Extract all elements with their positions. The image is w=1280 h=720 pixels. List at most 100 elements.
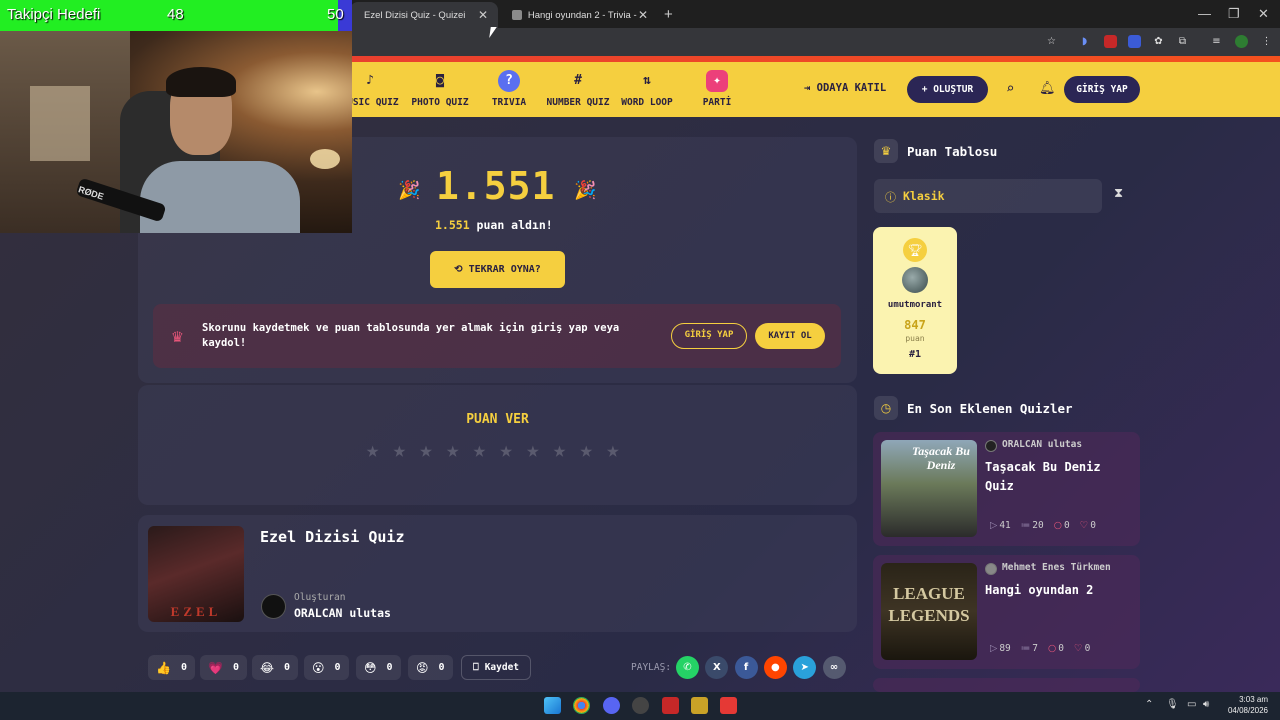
follower-goal-current: 48 bbox=[167, 6, 184, 23]
extension-icon[interactable]: ◗ bbox=[1078, 35, 1091, 48]
extension-icon[interactable] bbox=[1104, 35, 1117, 48]
rating-star[interactable]: ★ bbox=[393, 438, 406, 463]
reaction-emoji-icon: 😡 bbox=[416, 660, 429, 675]
discord-icon[interactable] bbox=[603, 697, 620, 714]
login-button[interactable]: GİRİŞ YAP bbox=[1064, 76, 1140, 103]
tab-close-icon[interactable]: ✕ bbox=[478, 8, 488, 22]
nav-item-trivia[interactable]: ? TRIVIA bbox=[469, 70, 549, 108]
quiz-title: Ezel Dizisi Quiz bbox=[260, 528, 405, 546]
recent-quiz-title: Hangi oyundan 2 bbox=[985, 583, 1094, 597]
volume-icon[interactable]: 🔊︎ bbox=[1203, 699, 1209, 710]
extension-icon[interactable]: ✿ bbox=[1152, 35, 1165, 48]
media-icon[interactable]: ≡ bbox=[1210, 35, 1223, 48]
save-quiz-button[interactable]: ⎕ Kaydet bbox=[461, 655, 531, 680]
creator-name[interactable]: ORALCAN ulutas bbox=[294, 606, 391, 620]
rating-star[interactable]: ★ bbox=[606, 438, 619, 463]
profile-avatar[interactable] bbox=[1235, 35, 1248, 48]
nav-item-word-loop[interactable]: ⇅ WORD LOOP bbox=[607, 70, 687, 108]
new-tab-button[interactable]: + bbox=[664, 6, 673, 23]
banner-login-button[interactable]: GİRİŞ YAP bbox=[671, 323, 747, 349]
chrome-icon[interactable] bbox=[573, 697, 590, 714]
reaction-button[interactable]: 😂 0 bbox=[252, 655, 299, 680]
tray-chevron-icon[interactable]: ⌃ bbox=[1145, 699, 1153, 710]
banner-register-button[interactable]: KAYIT OL bbox=[755, 323, 825, 349]
rating-star[interactable]: ★ bbox=[500, 438, 513, 463]
windows-start-icon[interactable] bbox=[544, 697, 561, 714]
nav-item-photo-quiz[interactable]: ◙ PHOTO QUIZ bbox=[400, 70, 480, 108]
reaction-count: 0 bbox=[180, 662, 187, 673]
share-facebook-button[interactable]: f bbox=[734, 656, 758, 679]
browser-tab[interactable]: Hangi oyundan 2 - Trivia - Quiz ✕ bbox=[498, 2, 658, 28]
browser-tab-active[interactable]: Ezel Dizisi Quiz - Quizei ✕ bbox=[350, 2, 498, 28]
comments-stat: ○ 0 bbox=[1048, 643, 1064, 654]
author-avatar bbox=[985, 563, 997, 575]
comments-count: 0 bbox=[1064, 520, 1070, 531]
rating-star[interactable]: ★ bbox=[473, 438, 486, 463]
recent-quiz-card[interactable] bbox=[873, 678, 1140, 692]
leaderboard-entry[interactable]: 🏆︎ umutmorant 847 puan #1 bbox=[873, 227, 957, 374]
rating-star[interactable]: ★ bbox=[580, 438, 593, 463]
comments-count: 0 bbox=[1058, 643, 1065, 654]
join-room-button[interactable]: ⇥ ODAYA KATIL bbox=[804, 82, 886, 94]
tab-close-icon[interactable]: ✕ bbox=[638, 8, 648, 22]
minimize-button[interactable]: — bbox=[1198, 6, 1211, 21]
share-whatsapp-button[interactable]: ✆ bbox=[676, 656, 699, 679]
recent-quiz-card[interactable]: LEAGUE LEGENDS Mehmet Enes Türkmen Hangi… bbox=[873, 555, 1140, 669]
clock-icon: ◷ bbox=[874, 396, 898, 420]
league-icon[interactable] bbox=[691, 697, 708, 714]
taskbar-clock[interactable]: 3:03 am 04/08/2026 bbox=[1222, 694, 1268, 716]
menu-kebab-icon[interactable]: ⋮ bbox=[1260, 35, 1273, 48]
questions-count: 7 bbox=[1032, 643, 1038, 654]
leaderboard-mode-select[interactable]: Klasik bbox=[874, 179, 1102, 213]
maximize-button[interactable]: ❐ bbox=[1228, 6, 1240, 22]
leaderboard-header: ♛ Puan Tablosu bbox=[874, 139, 997, 163]
close-window-button[interactable]: ✕ bbox=[1258, 6, 1269, 22]
rating-star[interactable]: ★ bbox=[553, 438, 566, 463]
bookmark-icon: ⎕ bbox=[472, 662, 479, 673]
nav-item-parti[interactable]: ✦ PARTİ bbox=[677, 70, 757, 108]
save-score-message: Skorunu kaydetmek ve puan tablosunda yer… bbox=[202, 322, 620, 349]
recent-quiz-title: Taşacak Bu Deniz Quiz bbox=[985, 460, 1101, 493]
app-icon[interactable] bbox=[662, 697, 679, 714]
rating-star[interactable]: ★ bbox=[526, 438, 539, 463]
rating-star[interactable]: ★ bbox=[366, 438, 379, 463]
leaderboard-title: Puan Tablosu bbox=[907, 143, 998, 159]
create-button[interactable]: + OLUŞTUR bbox=[907, 76, 988, 103]
network-icon[interactable]: ▭ bbox=[1187, 699, 1196, 710]
reaction-emoji-icon: 😮 bbox=[312, 660, 325, 675]
reaction-button[interactable]: 😳 0 bbox=[356, 655, 401, 680]
list-icon: ≔ bbox=[1020, 520, 1031, 531]
replay-button[interactable]: ⟲ TEKRAR OYNA? bbox=[430, 251, 565, 288]
share-reddit-button[interactable]: ● bbox=[763, 656, 787, 679]
reaction-button[interactable]: 💗 0 bbox=[200, 655, 247, 680]
recent-quiz-thumbnail: Taşacak Bu Deniz bbox=[881, 440, 977, 537]
sort-icon: ⇅ bbox=[643, 73, 651, 88]
recent-quiz-card[interactable]: Taşacak Bu Deniz ORALCAN ulutas Taşacak … bbox=[873, 432, 1140, 546]
bookmark-star-icon[interactable]: ☆ bbox=[1045, 35, 1058, 48]
nav-item-number-quiz[interactable]: # NUMBER QUIZ bbox=[538, 70, 618, 108]
reaction-button[interactable]: 😮 0 bbox=[304, 655, 349, 680]
nav-item-label: TRIVIA bbox=[491, 97, 527, 108]
extensions-puzzle-icon[interactable]: ⧉ bbox=[1176, 35, 1189, 48]
rating-star[interactable]: ★ bbox=[446, 438, 459, 463]
extension-icon[interactable] bbox=[1128, 35, 1141, 48]
webcam-overlay: RØDE bbox=[0, 31, 352, 233]
app-icon[interactable] bbox=[720, 697, 737, 714]
share-link-button[interactable]: ∞ bbox=[822, 656, 846, 679]
search-icon[interactable]: ⌕ bbox=[1006, 81, 1014, 97]
tab-favicon-icon bbox=[512, 10, 522, 20]
reaction-button[interactable]: 👍 0 bbox=[148, 655, 195, 680]
reaction-button[interactable]: 😡 0 bbox=[408, 655, 453, 680]
login-arrow-icon: ⇥ bbox=[804, 82, 817, 94]
obs-icon[interactable] bbox=[632, 697, 649, 714]
save-quiz-label: Kaydet bbox=[484, 662, 520, 673]
creator-avatar[interactable] bbox=[261, 594, 286, 619]
rating-star[interactable]: ★ bbox=[419, 438, 432, 463]
bell-icon[interactable]: 🔔︎ bbox=[1039, 81, 1056, 96]
hourglass-icon[interactable]: ⧗ bbox=[1114, 186, 1123, 201]
microphone-icon[interactable]: 🎙︎ bbox=[1166, 699, 1179, 710]
score-message-value: 1.551 bbox=[435, 218, 470, 232]
nav-item-label: PARTİ bbox=[702, 97, 732, 108]
music-note-icon: ♪ bbox=[366, 73, 374, 88]
camera-icon: ◙ bbox=[436, 73, 444, 88]
